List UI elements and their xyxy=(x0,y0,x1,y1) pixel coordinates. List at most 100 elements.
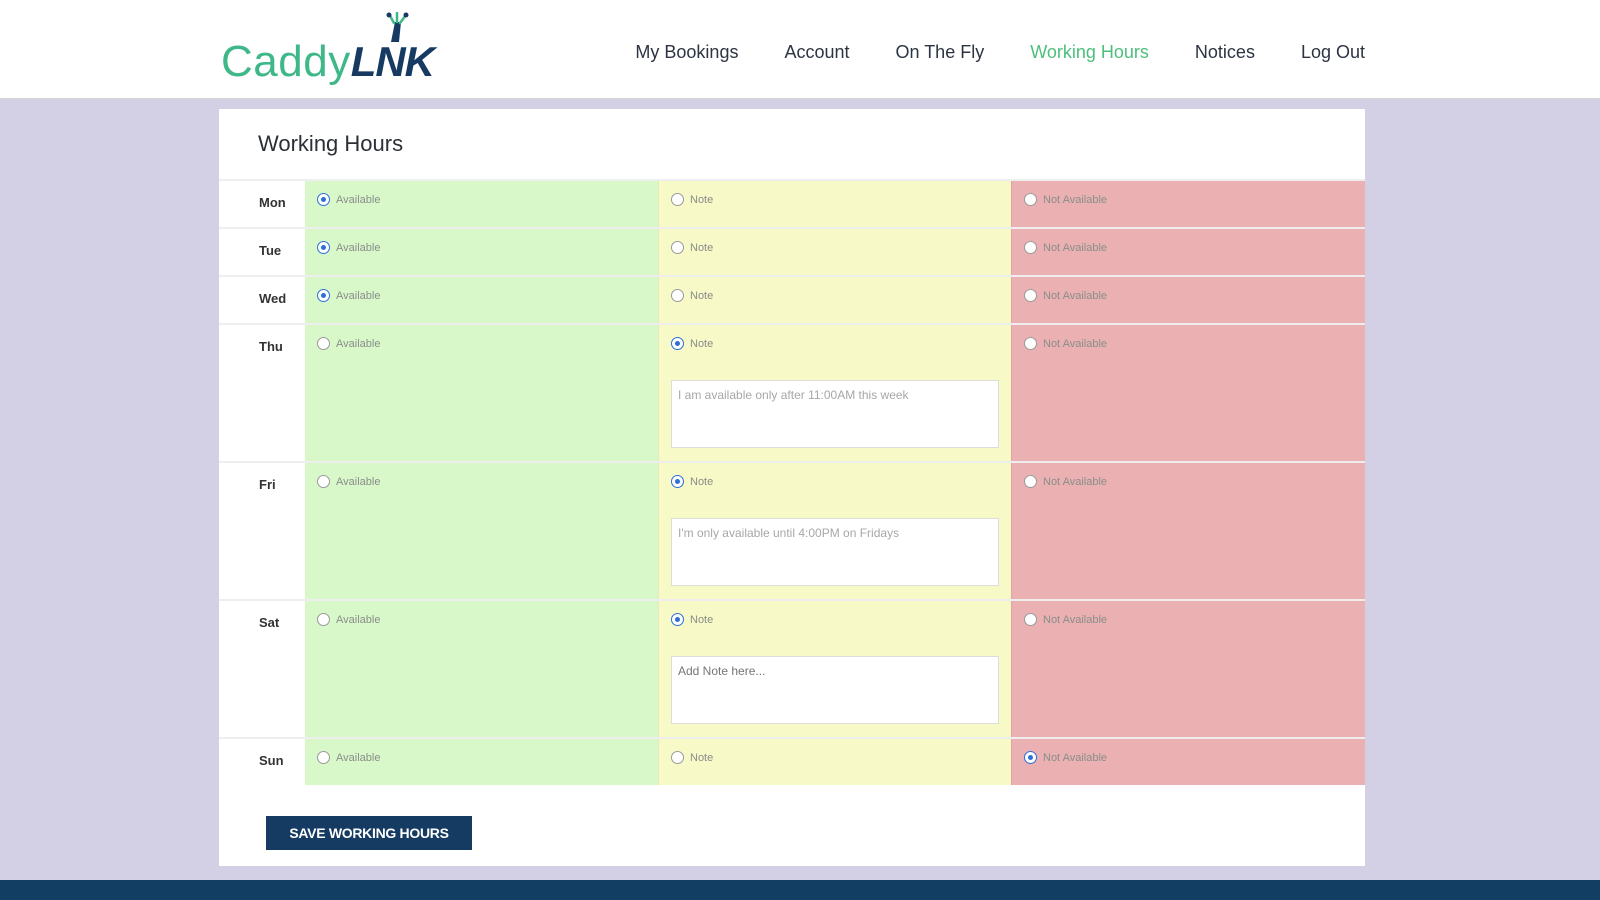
note-label: Note xyxy=(690,475,714,488)
logo-text-nk: NK xyxy=(375,38,435,85)
note-label: Note xyxy=(690,193,714,206)
available-cell: Available xyxy=(305,229,658,275)
not-available-option[interactable]: Not Available xyxy=(1024,475,1365,488)
available-option[interactable]: Available xyxy=(317,475,658,488)
note-cell: Note xyxy=(658,277,1011,323)
day-row-fri: Fri Available Note I'm only available until… xyxy=(219,461,1365,599)
note-radio[interactable] xyxy=(671,337,684,350)
note-radio[interactable] xyxy=(671,475,684,488)
not-available-label: Not Available xyxy=(1043,475,1108,488)
available-radio[interactable] xyxy=(317,751,330,764)
available-label: Available xyxy=(336,337,381,350)
note-radio[interactable] xyxy=(671,241,684,254)
note-option[interactable]: Note xyxy=(671,289,1011,302)
day-label: Tue xyxy=(219,229,305,275)
available-cell: Available xyxy=(305,739,658,785)
not-available-radio[interactable] xyxy=(1024,241,1037,254)
nav-item-working-hours[interactable]: Working Hours xyxy=(1030,42,1149,63)
not-available-option[interactable]: Not Available xyxy=(1024,193,1365,206)
caddylink-logo[interactable]: Caddy L NK xyxy=(221,12,435,85)
not-available-cell: Not Available xyxy=(1011,601,1365,737)
day-label: Sat xyxy=(219,601,305,737)
note-option[interactable]: Note xyxy=(671,751,1011,764)
available-radio[interactable] xyxy=(317,613,330,626)
note-textarea[interactable]: I'm only available until 4:00PM on Frida… xyxy=(671,518,999,586)
day-label: Sun xyxy=(219,739,305,785)
top-navigation-bar: Caddy L NK My Bookings Account On The Fly W… xyxy=(0,0,1600,99)
not-available-cell: Not Available xyxy=(1011,325,1365,461)
available-label: Available xyxy=(336,241,381,254)
nav-item-notices[interactable]: Notices xyxy=(1195,42,1255,63)
note-cell: Note xyxy=(658,181,1011,227)
available-option[interactable]: Available xyxy=(317,241,658,254)
logo-text-l: L xyxy=(350,38,377,85)
nav-item-on-the-fly[interactable]: On The Fly xyxy=(896,42,985,63)
not-available-label: Not Available xyxy=(1043,193,1108,206)
note-textarea[interactable] xyxy=(671,656,999,724)
page-title: Working Hours xyxy=(258,131,404,156)
nav-item-log-out[interactable]: Log Out xyxy=(1301,42,1365,63)
note-textarea[interactable]: I am available only after 11:00AM this w… xyxy=(671,380,999,448)
not-available-cell: Not Available xyxy=(1011,277,1365,323)
not-available-option[interactable]: Not Available xyxy=(1024,337,1365,350)
note-option[interactable]: Note xyxy=(671,241,1011,254)
not-available-cell: Not Available xyxy=(1011,463,1365,599)
available-radio[interactable] xyxy=(317,475,330,488)
not-available-radio[interactable] xyxy=(1024,613,1037,626)
available-label: Available xyxy=(336,289,381,302)
not-available-radio[interactable] xyxy=(1024,337,1037,350)
available-option[interactable]: Available xyxy=(317,193,658,206)
note-label: Note xyxy=(690,751,714,764)
note-option[interactable]: Note xyxy=(671,613,1011,626)
note-label: Note xyxy=(690,241,714,254)
available-label: Available xyxy=(336,613,381,626)
day-row-sat: Sat Available Note Not Available xyxy=(219,599,1365,737)
available-label: Available xyxy=(336,193,381,206)
not-available-option[interactable]: Not Available xyxy=(1024,241,1365,254)
note-option[interactable]: Note xyxy=(671,475,1011,488)
not-available-cell: Not Available xyxy=(1011,181,1365,227)
not-available-option[interactable]: Not Available xyxy=(1024,751,1365,764)
not-available-radio[interactable] xyxy=(1024,751,1037,764)
day-label: Thu xyxy=(219,325,305,461)
available-radio[interactable] xyxy=(317,193,330,206)
not-available-radio[interactable] xyxy=(1024,475,1037,488)
day-row-mon: Mon Available Note Not Available xyxy=(219,179,1365,227)
available-radio[interactable] xyxy=(317,289,330,302)
available-label: Available xyxy=(336,751,381,764)
not-available-option[interactable]: Not Available xyxy=(1024,613,1365,626)
available-radio[interactable] xyxy=(317,337,330,350)
note-radio[interactable] xyxy=(671,751,684,764)
note-option[interactable]: Note xyxy=(671,337,1011,350)
nav-item-account[interactable]: Account xyxy=(784,42,849,63)
available-cell: Available xyxy=(305,601,658,737)
not-available-cell: Not Available xyxy=(1011,739,1365,785)
note-radio[interactable] xyxy=(671,289,684,302)
note-cell: Note xyxy=(658,229,1011,275)
available-option[interactable]: Available xyxy=(317,751,658,764)
available-option[interactable]: Available xyxy=(317,613,658,626)
not-available-label: Not Available xyxy=(1043,613,1108,626)
not-available-radio[interactable] xyxy=(1024,289,1037,302)
available-option[interactable]: Available xyxy=(317,289,658,302)
not-available-label: Not Available xyxy=(1043,241,1108,254)
day-label: Wed xyxy=(219,277,305,323)
working-hours-grid: Mon Available Note Not Available Tue Availabl… xyxy=(219,179,1365,785)
day-label: Mon xyxy=(219,181,305,227)
day-row-wed: Wed Available Note Not Available xyxy=(219,275,1365,323)
not-available-radio[interactable] xyxy=(1024,193,1037,206)
not-available-option[interactable]: Not Available xyxy=(1024,289,1365,302)
note-radio[interactable] xyxy=(671,193,684,206)
available-radio[interactable] xyxy=(317,241,330,254)
note-radio[interactable] xyxy=(671,613,684,626)
available-option[interactable]: Available xyxy=(317,337,658,350)
available-cell: Available xyxy=(305,277,658,323)
day-row-tue: Tue Available Note Not Available xyxy=(219,227,1365,275)
nav-item-my-bookings[interactable]: My Bookings xyxy=(635,42,738,63)
save-working-hours-button[interactable]: SAVE WORKING HOURS xyxy=(266,816,472,850)
available-label: Available xyxy=(336,475,381,488)
note-option[interactable]: Note xyxy=(671,193,1011,206)
available-cell: Available xyxy=(305,463,658,599)
note-cell: Note xyxy=(658,739,1011,785)
main-nav: My Bookings Account On The Fly Working Hour… xyxy=(589,42,1365,63)
